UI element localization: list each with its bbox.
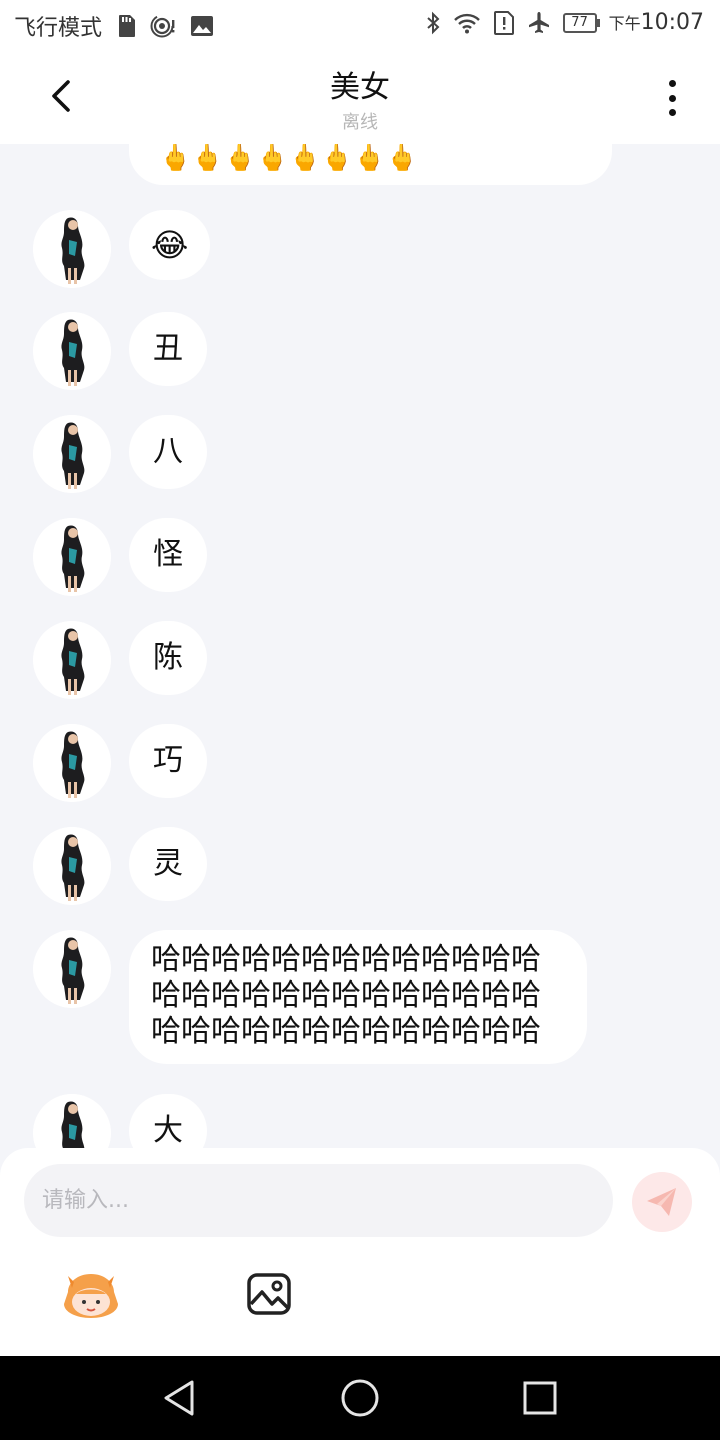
avatar[interactable] (33, 1094, 111, 1148)
avatar[interactable] (33, 210, 111, 288)
message-row: 大 (33, 1094, 207, 1148)
emoji-button[interactable] (62, 1272, 120, 1320)
composer (0, 1148, 720, 1356)
message-text: 🖕🖕🖕🖕🖕🖕🖕🖕 (159, 144, 418, 173)
more-vertical-icon (668, 80, 676, 87)
back-triangle-icon (164, 1380, 194, 1416)
message-row: 灵 (33, 827, 207, 905)
system-nav-bar (0, 1356, 720, 1440)
nav-recents-button[interactable] (518, 1376, 562, 1420)
sd-card-icon (116, 14, 136, 38)
cartoon-emoji-icon (64, 1274, 118, 1318)
message-row: 陈 (33, 621, 207, 699)
paper-plane-icon (647, 1188, 676, 1216)
message-row: 八 (33, 415, 207, 493)
bluetooth-icon (425, 11, 441, 35)
chat-header: 美女 离线 (0, 50, 720, 144)
message-row: 丑 (33, 312, 207, 390)
message-row: 巧 (33, 724, 207, 802)
more-button[interactable] (652, 76, 692, 120)
message-bubble[interactable]: 😂 (129, 210, 211, 280)
message-bubble[interactable]: 陈 (129, 621, 207, 695)
battery-icon: 77 (562, 12, 600, 33)
contact-status: 离线 (342, 112, 378, 133)
image-icon (247, 1273, 291, 1315)
message-bubble[interactable]: 哈哈哈哈哈哈哈哈哈哈哈哈哈哈哈哈哈哈哈哈哈哈哈哈哈哈哈哈哈哈哈哈哈哈哈哈哈哈哈 (129, 930, 587, 1064)
avatar[interactable] (33, 827, 111, 905)
alert-icon (493, 10, 515, 35)
recents-square-icon (523, 1381, 557, 1415)
message-bubble[interactable]: 大 (129, 1094, 207, 1148)
avatar[interactable] (33, 621, 111, 699)
wifi-icon (453, 12, 481, 34)
contact-name: 美女 (330, 70, 390, 105)
hotspot-icon (150, 14, 176, 38)
avatar[interactable] (33, 930, 111, 1008)
status-left: 飞行模式 (14, 10, 214, 42)
message-row: 哈哈哈哈哈哈哈哈哈哈哈哈哈哈哈哈哈哈哈哈哈哈哈哈哈哈哈哈哈哈哈哈哈哈哈哈哈哈哈 (33, 930, 587, 1064)
status-right: 77 下午10:07 (425, 10, 704, 35)
send-button[interactable] (632, 1172, 692, 1232)
airplane-icon (527, 11, 551, 35)
message-bubble[interactable]: 巧 (129, 724, 207, 798)
title-area: 美女 离线 (0, 62, 720, 134)
message-row: 😂 (33, 210, 211, 288)
image-icon (190, 15, 214, 37)
nav-home-button[interactable] (338, 1376, 382, 1420)
message-input[interactable] (24, 1164, 613, 1237)
message-list[interactable]: 🖕🖕🖕🖕🖕🖕🖕🖕 😂 丑 八 怪 陈 巧 灵 哈哈哈哈哈哈哈哈哈哈哈哈哈哈哈哈哈… (0, 144, 720, 1148)
avatar[interactable] (33, 415, 111, 493)
carrier-label: 飞行模式 (14, 16, 103, 41)
avatar[interactable] (33, 312, 111, 390)
message-row: 怪 (33, 518, 207, 596)
avatar[interactable] (33, 518, 111, 596)
message-bubble-partial: 🖕🖕🖕🖕🖕🖕🖕🖕 (129, 144, 612, 185)
image-button[interactable] (246, 1272, 294, 1318)
message-bubble[interactable]: 灵 (129, 827, 207, 901)
avatar[interactable] (33, 724, 111, 802)
clock: 下午10:07 (608, 10, 704, 35)
nav-back-button[interactable] (158, 1376, 202, 1420)
message-bubble[interactable]: 丑 (129, 312, 207, 386)
message-bubble[interactable]: 怪 (129, 518, 207, 592)
home-circle-icon (341, 1379, 379, 1417)
message-bubble[interactable]: 八 (129, 415, 207, 489)
status-bar: 飞行模式 77 下午10:07 (0, 0, 720, 50)
